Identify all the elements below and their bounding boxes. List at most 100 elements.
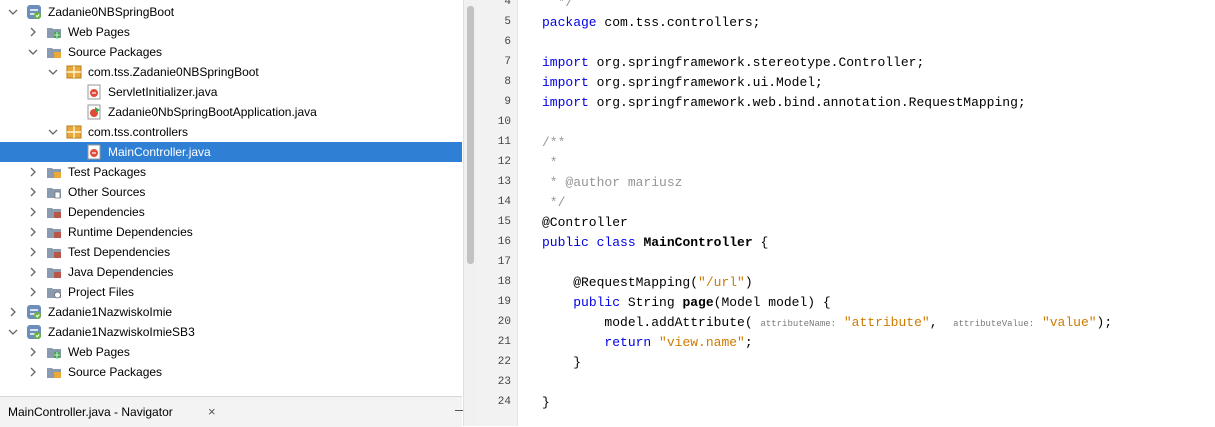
code-line: * xyxy=(542,155,558,171)
code-line: */ xyxy=(542,195,566,211)
project-icon xyxy=(26,324,42,340)
tree-item-label: Zadanie0NbSpringBootApplication.java xyxy=(108,105,317,119)
code-editor[interactable]: */ package com.tss.controllers; import org… xyxy=(518,0,1215,426)
code-token: import xyxy=(542,55,589,70)
code-token: * @author mariusz xyxy=(542,175,683,190)
tree-item[interactable]: Other Sources xyxy=(0,182,462,202)
tree-item-label: MainController.java xyxy=(108,145,211,159)
tree-item-label: Zadanie1NazwiskoImie xyxy=(48,305,173,319)
tree-item[interactable]: ServletInitializer.java xyxy=(0,82,462,102)
java-file-icon xyxy=(86,84,102,100)
chevron-down-icon[interactable] xyxy=(46,125,60,139)
tree-item[interactable]: Source Packages xyxy=(0,362,462,382)
chevron-down-icon[interactable] xyxy=(26,45,40,59)
projects-panel: Zadanie0NBSpringBoot Web Pages Source Pack… xyxy=(0,0,466,427)
tree-item[interactable]: Zadanie1NazwiskoImie xyxy=(0,302,462,322)
code-token: String xyxy=(620,295,683,310)
tree-item-label: Web Pages xyxy=(68,25,130,39)
tree-item-label: Zadanie0NBSpringBoot xyxy=(48,5,175,19)
test-packages-folder-icon xyxy=(46,164,62,180)
code-line: import org.springframework.stereotype.Co… xyxy=(542,55,924,71)
line-number: 24 xyxy=(497,396,511,408)
tree-item[interactable]: Zadanie1NazwiskoImieSB3 xyxy=(0,322,462,342)
code-line: } xyxy=(542,355,581,371)
chevron-right-icon[interactable] xyxy=(26,205,40,219)
chevron-right-icon[interactable] xyxy=(6,305,20,319)
chevron-right-icon[interactable] xyxy=(26,265,40,279)
package-icon xyxy=(66,64,82,80)
tree-item[interactable]: Web Pages xyxy=(0,22,462,42)
line-number: 6 xyxy=(504,36,511,48)
chevron-down-icon[interactable] xyxy=(6,325,20,339)
code-token: public class xyxy=(542,235,636,250)
tree-item-label: Web Pages xyxy=(68,345,130,359)
line-number: 4 xyxy=(504,0,511,8)
code-token: "/url" xyxy=(698,275,745,290)
java-main-file-icon xyxy=(86,104,102,120)
line-number: 14 xyxy=(497,196,511,208)
code-token: "view.name" xyxy=(659,335,745,350)
package-icon xyxy=(66,124,82,140)
other-sources-folder-icon xyxy=(46,184,62,200)
code-line: public class MainController { xyxy=(542,235,768,251)
chevron-right-icon[interactable] xyxy=(26,165,40,179)
close-icon[interactable]: × xyxy=(208,404,216,419)
code-token: org.springframework.stereotype.Controlle… xyxy=(588,55,925,70)
chevron-down-icon[interactable] xyxy=(6,5,20,19)
tree-item[interactable]: com.tss.controllers xyxy=(0,122,462,142)
tree-item[interactable]: Test Dependencies xyxy=(0,242,462,262)
tree-item[interactable]: Zadanie0NbSpringBootApplication.java xyxy=(0,102,462,122)
line-number: 22 xyxy=(497,356,511,368)
code-line: * @author mariusz xyxy=(542,175,683,191)
tree-item[interactable]: com.tss.Zadanie0NBSpringBoot xyxy=(0,62,462,82)
chevron-right-icon[interactable] xyxy=(26,225,40,239)
code-line: } xyxy=(542,395,550,411)
tree-item-label: Zadanie1NazwiskoImieSB3 xyxy=(48,325,195,339)
tree-item[interactable]: Test Packages xyxy=(0,162,462,182)
chevron-right-icon[interactable] xyxy=(26,285,40,299)
code-token: org.springframework.web.bind.annotation.… xyxy=(588,95,1026,110)
dependencies-folder-icon xyxy=(46,224,62,240)
chevron-right-icon[interactable] xyxy=(26,245,40,259)
code-token: @Controller xyxy=(542,215,628,230)
chevron-right-icon[interactable] xyxy=(26,365,40,379)
code-token: /** xyxy=(542,135,566,150)
line-number: 7 xyxy=(504,56,511,68)
tree-item[interactable]: Runtime Dependencies xyxy=(0,222,462,242)
tree-item-label: com.tss.controllers xyxy=(88,125,189,139)
tree-item[interactable]: Dependencies xyxy=(0,202,462,222)
code-token: com.tss.controllers; xyxy=(596,15,761,30)
code-line: /** xyxy=(542,135,565,151)
tree-scrollbar[interactable] xyxy=(463,0,477,426)
code-token: "attribute" xyxy=(843,315,930,330)
chevron-down-icon[interactable] xyxy=(46,65,60,79)
tree-item[interactable]: Zadanie0NBSpringBoot xyxy=(0,2,462,22)
chevron-right-icon[interactable] xyxy=(26,185,40,199)
line-number: 18 xyxy=(497,276,511,288)
tree-item[interactable]: Java Dependencies xyxy=(0,262,462,282)
code-token: } xyxy=(542,355,582,370)
code-line: @RequestMapping("/url") xyxy=(542,275,752,291)
dependencies-folder-icon xyxy=(46,264,62,280)
scrollbar-thumb[interactable] xyxy=(467,6,474,264)
tree-item-label: Java Dependencies xyxy=(68,265,174,279)
chevron-right-icon[interactable] xyxy=(26,345,40,359)
line-number: 19 xyxy=(497,296,511,308)
tree-item[interactable]: Project Files xyxy=(0,282,462,302)
line-number: 5 xyxy=(504,16,511,28)
tree-item[interactable]: Web Pages xyxy=(0,342,462,362)
code-token: package xyxy=(542,15,597,30)
code-line: import org.springframework.ui.Model; xyxy=(542,75,823,91)
source-packages-folder-icon xyxy=(46,364,62,380)
code-token: * xyxy=(542,155,558,170)
navigator-tab[interactable]: MainController.java - Navigator × xyxy=(0,396,466,427)
tree-item[interactable]: Source Packages xyxy=(0,42,462,62)
tree-item[interactable]: MainController.java xyxy=(0,142,462,162)
source-packages-folder-icon xyxy=(46,44,62,60)
code-token: ; xyxy=(744,335,753,350)
code-token: , xyxy=(929,315,954,330)
line-number: 15 xyxy=(497,216,511,228)
code-token: public xyxy=(573,295,621,310)
chevron-right-icon[interactable] xyxy=(26,25,40,39)
